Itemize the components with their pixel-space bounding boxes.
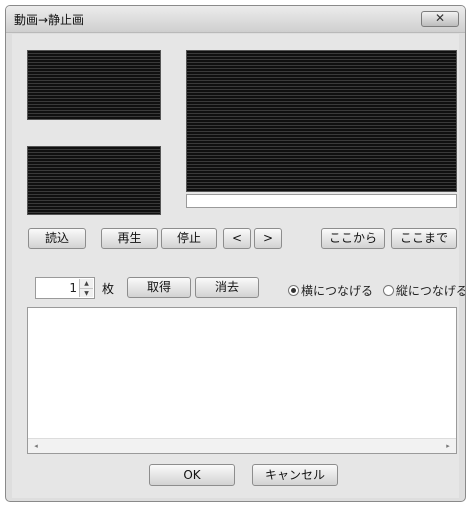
- close-icon: ✕: [434, 11, 446, 25]
- scroll-left-icon[interactable]: ◂: [30, 440, 42, 452]
- frame-count-value: 1: [69, 281, 77, 295]
- window-title: 動画→静止画: [14, 13, 85, 27]
- radio-checked-icon[interactable]: [288, 285, 299, 296]
- load-button[interactable]: 読込: [28, 228, 86, 249]
- dialog-window: 動画→静止画 ✕ 読込 再生 停止 < > ここから ここまで 1 ▲ ▼ 枚 …: [5, 5, 466, 502]
- frame-unit-label: 枚: [102, 282, 115, 296]
- to-here-button[interactable]: ここまで: [391, 228, 457, 249]
- scroll-right-icon[interactable]: ▸: [442, 440, 454, 452]
- end-frame-preview: [27, 146, 161, 215]
- radio-unchecked-icon[interactable]: [382, 285, 394, 296]
- dialog-client-area: 読込 再生 停止 < > ここから ここまで 1 ▲ ▼ 枚 取得 消去 横につ…: [12, 34, 465, 498]
- ok-button[interactable]: OK: [149, 464, 235, 486]
- stepper-up-icon[interactable]: ▲: [80, 279, 93, 288]
- stepper-buttons: ▲ ▼: [79, 279, 93, 297]
- join-horizontal-label: 横につなげる: [301, 284, 374, 298]
- join-vertical-label: 縦につなげる: [395, 284, 466, 298]
- frame-count-stepper[interactable]: 1 ▲ ▼: [35, 277, 95, 299]
- horizontal-scrollbar[interactable]: ◂ ▸: [28, 438, 456, 453]
- clear-button[interactable]: 消去: [195, 277, 259, 298]
- stop-button[interactable]: 停止: [161, 228, 217, 249]
- start-frame-preview: [27, 50, 161, 120]
- captured-frames-list[interactable]: ◂ ▸: [27, 307, 457, 454]
- join-mode-radio-group: 横につなげる 縦につなげる: [288, 282, 466, 299]
- title-bar[interactable]: 動画→静止画 ✕: [6, 6, 465, 33]
- stepper-down-icon[interactable]: ▼: [80, 288, 93, 297]
- seek-bar[interactable]: [186, 194, 457, 208]
- prev-frame-button[interactable]: <: [223, 228, 251, 249]
- cancel-button[interactable]: キャンセル: [252, 464, 338, 486]
- acquire-button[interactable]: 取得: [127, 277, 191, 298]
- next-frame-button[interactable]: >: [254, 228, 282, 249]
- from-here-button[interactable]: ここから: [321, 228, 385, 249]
- join-horizontal-option[interactable]: 横につなげる: [288, 284, 383, 298]
- join-vertical-option[interactable]: 縦につなげる: [382, 284, 466, 298]
- close-button[interactable]: ✕: [421, 11, 459, 27]
- play-button[interactable]: 再生: [101, 228, 158, 249]
- video-player-area[interactable]: [186, 50, 457, 192]
